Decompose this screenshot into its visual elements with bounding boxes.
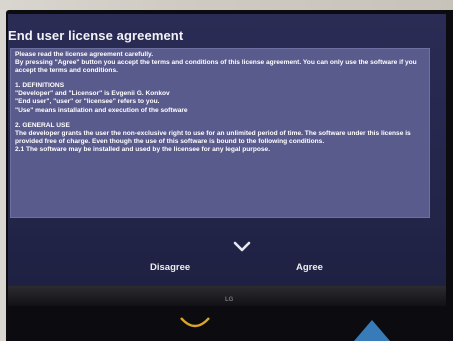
license-paragraph: By pressing "Agree" button you accept th… [15, 59, 417, 75]
license-paragraph: "Use" means installation and execution o… [15, 106, 188, 114]
license-paragraph: 2.1 The software may be installed and us… [15, 145, 271, 153]
license-section-heading: 2. GENERAL USE [15, 121, 70, 129]
tv-bezel [8, 286, 446, 306]
license-paragraph: The developer grants the user the non-ex… [15, 129, 411, 145]
license-text-panel[interactable]: Please read the license agreement carefu… [10, 48, 430, 218]
license-paragraph: "End user", "user" or "licensee" refers … [15, 98, 160, 106]
brand-logo: LG [225, 297, 234, 303]
dialog-title: End user license agreement [8, 28, 184, 43]
stand-light-icon [180, 317, 210, 328]
led-glow-icon [354, 320, 390, 341]
license-section-heading: 1. DEFINITIONS [15, 82, 65, 90]
license-paragraph: "Developer" and "Licensor" is Evgenii G.… [15, 90, 170, 98]
chevron-down-icon[interactable] [233, 241, 251, 253]
agree-button[interactable]: Agree [296, 262, 323, 273]
license-paragraph: Please read the license agreement carefu… [15, 51, 154, 58]
disagree-button[interactable]: Disagree [150, 262, 190, 273]
